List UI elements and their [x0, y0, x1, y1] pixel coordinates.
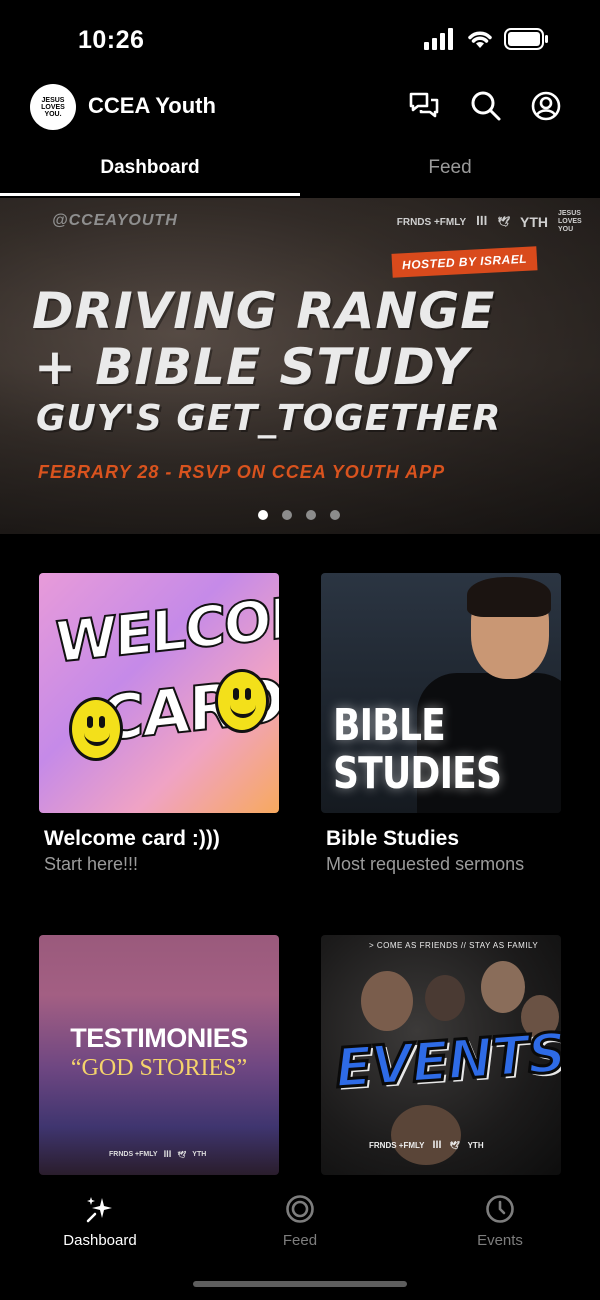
logo-line: YOU.: [44, 110, 62, 118]
dove-icon: 🕊: [449, 1141, 460, 1150]
card-events[interactable]: > COME AS FRIENDS // STAY AS FAMILY EVEN…: [321, 935, 561, 1175]
tab-dashboard[interactable]: Dashboard: [0, 146, 300, 198]
crowd-figure: [391, 1105, 461, 1165]
card-subtitle: Start here!!!: [44, 854, 139, 874]
tab-feed[interactable]: Feed: [300, 146, 600, 198]
god-stories-art-text: “GOD STORIES”: [70, 1055, 248, 1081]
carousel-dots: [258, 510, 340, 520]
dove-icon: 🕊: [497, 216, 510, 228]
crowd-figure: [361, 971, 413, 1031]
testimonies-art-text: TESTIMONIES: [70, 1023, 248, 1053]
welcome-art-text: WELCOME: [54, 578, 279, 677]
carousel-dot[interactable]: [306, 510, 316, 520]
brand-jly: JESUS LOVES YOU: [558, 210, 582, 233]
banner-headline-1: DRIVING RANGE: [32, 282, 496, 340]
brand-yth: YTH: [192, 1151, 207, 1158]
studies-art-text: STUDIES: [333, 748, 502, 799]
battery-icon: [504, 28, 548, 50]
brand-yth: YTH: [520, 214, 548, 230]
crowd-figure: [481, 961, 525, 1013]
clock-icon: [486, 1195, 514, 1223]
tab-bar: Dashboard Feed: [0, 146, 600, 198]
brand-frnds: FRNDS +FMLY: [109, 1151, 158, 1158]
logo-line: JESUS: [41, 96, 65, 104]
smiley-icon: [215, 669, 269, 733]
logo-line: LOVES: [41, 103, 65, 111]
card-welcome-image[interactable]: WELCOME CARD: [39, 573, 279, 813]
nav-label: Dashboard: [63, 1232, 137, 1249]
smiley-icon: [69, 697, 123, 761]
carousel-dot[interactable]: [282, 510, 292, 520]
brand-figures: ꟾꟾꟾ: [476, 216, 488, 228]
events-art-text: EVENTS: [332, 1020, 561, 1102]
signal-icon: [424, 28, 453, 50]
card-title: Welcome card :))): [44, 827, 220, 850]
banner-brands: FRNDS +FMLY ꟾꟾꟾ 🕊 YTH JESUS LOVES YOU: [397, 210, 582, 234]
chat-icon[interactable]: [408, 90, 440, 122]
brand-yth: YTH: [467, 1141, 484, 1150]
app-title: CCEA Youth: [88, 93, 216, 118]
active-tab-indicator: [0, 193, 300, 196]
speaker-hair: [467, 577, 551, 617]
status-icons: [424, 28, 548, 50]
card-bible-image[interactable]: BIBLE STUDIES: [321, 573, 561, 813]
nav-feed[interactable]: Feed: [200, 1194, 400, 1249]
nav-label: Feed: [282, 1232, 318, 1249]
banner-headline-2: + BIBLE STUDY: [34, 338, 470, 396]
app-header: JESUS LOVES YOU. CCEA Youth: [0, 80, 600, 134]
promo-banner[interactable]: @CCEAYOUTH FRNDS +FMLY ꟾꟾꟾ 🕊 YTH JESUS L…: [0, 198, 600, 534]
carousel-dot[interactable]: [258, 510, 268, 520]
crowd-figure: [425, 975, 465, 1021]
carousel-dot[interactable]: [330, 510, 340, 520]
banner-rsvp: FEBRARY 28 - RSVP ON CCEA YOUTH APP: [38, 462, 446, 482]
status-bar: 10:26: [0, 0, 600, 80]
app-logo[interactable]: JESUS LOVES YOU.: [30, 84, 76, 130]
card-testimonies[interactable]: TESTIMONIES “GOD STORIES” FRNDS +FMLY ꟾꟾ…: [39, 935, 279, 1175]
card-brands: FRNDS +FMLY ꟾꟾꟾ 🕊 YTH: [369, 1141, 484, 1150]
brand-frnds: FRNDS +FMLY: [396, 216, 467, 228]
profile-icon[interactable]: [530, 90, 562, 122]
card-events-image[interactable]: > COME AS FRIENDS // STAY AS FAMILY EVEN…: [321, 935, 561, 1175]
nav-events[interactable]: Events: [400, 1194, 600, 1249]
brand-figures: ꟾꟾꟾ: [163, 1152, 172, 1159]
nav-dashboard[interactable]: Dashboard: [0, 1194, 200, 1249]
card-subtitle: Most requested sermons: [326, 854, 525, 874]
banner-handle: @CCEAYOUTH: [52, 212, 178, 229]
sparkle-icon: [86, 1197, 112, 1223]
card-welcome[interactable]: WELCOME CARD Welcome card :))) Start her…: [39, 573, 279, 875]
search-icon[interactable]: [470, 90, 502, 122]
status-time: 10:26: [78, 26, 145, 54]
home-indicator: [193, 1281, 407, 1287]
wifi-icon: [468, 31, 492, 48]
events-tagline: > COME AS FRIENDS // STAY AS FAMILY: [369, 941, 539, 950]
card-brands: FRNDS +FMLY ꟾꟾꟾ 🕊 YTH: [109, 1151, 206, 1159]
brand-frnds: FRNDS +FMLY: [369, 1141, 425, 1150]
brand-figures: ꟾꟾꟾ: [432, 1141, 442, 1150]
target-icon: [286, 1195, 314, 1223]
bible-art-text: BIBLE: [333, 700, 446, 751]
nav-label: Events: [477, 1232, 523, 1249]
banner-headline-3: GUY'S GET_TOGETHER: [36, 398, 502, 439]
card-testimonies-image[interactable]: TESTIMONIES “GOD STORIES” FRNDS +FMLY ꟾꟾ…: [39, 935, 279, 1175]
card-bible-studies[interactable]: BIBLE STUDIES Bible Studies Most request…: [321, 573, 561, 875]
dove-icon: 🕊: [177, 1152, 187, 1159]
card-title: Bible Studies: [326, 827, 460, 850]
